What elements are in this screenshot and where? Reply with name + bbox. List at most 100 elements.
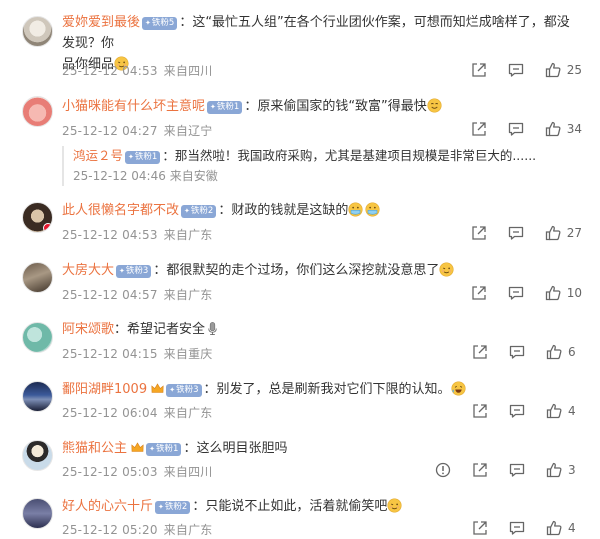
comment-meta: 25-12-12 05:03 来自四川 bbox=[62, 463, 218, 480]
share-icon[interactable] bbox=[471, 519, 489, 537]
avatar[interactable] bbox=[22, 202, 53, 233]
comment-actions: 34 bbox=[451, 120, 582, 138]
fan-badge-icon: ✦ bbox=[210, 103, 216, 111]
thumbs-up-icon[interactable] bbox=[545, 519, 563, 537]
thumbs-up-icon[interactable] bbox=[545, 461, 563, 479]
comment-icon[interactable] bbox=[507, 224, 525, 242]
share-icon[interactable] bbox=[470, 61, 488, 79]
reply-text: 鸿运２号 ✦铁粉1 ：那当然啦！我国政府采购，尤其是基建项目规模是非常巨大的....… bbox=[73, 146, 580, 166]
comment-actions: 6 bbox=[452, 343, 582, 361]
avatar[interactable] bbox=[22, 498, 53, 529]
share-icon[interactable] bbox=[470, 224, 488, 242]
comment-text: 熊猫和公主 ✦铁粉1 ：这么明目张胆吗 bbox=[62, 438, 580, 459]
wink-emoji-icon bbox=[439, 262, 454, 277]
comment-content: ：原来偷国家的钱“致富”得最快 bbox=[244, 99, 427, 114]
like-button[interactable]: 3 bbox=[545, 461, 582, 479]
crown-icon bbox=[131, 442, 144, 453]
fan-badge: ✦铁粉3 bbox=[166, 384, 202, 397]
share-icon[interactable] bbox=[471, 461, 489, 479]
comment-content: ：别发了，总是刷新我对它们下限的认知。 bbox=[203, 382, 451, 397]
comment-text: 此人很懒名字都不改 ✦铁粉2 ：财政的钱就是这缺的 bbox=[62, 200, 580, 221]
username[interactable]: 阿宋颂歌 bbox=[62, 322, 114, 337]
comment-icon[interactable] bbox=[507, 61, 525, 79]
comment-meta: 25-12-12 04:57 来自广东 bbox=[62, 286, 218, 303]
like-count: 10 bbox=[566, 286, 582, 300]
fan-badge: ✦铁粉2 bbox=[181, 205, 217, 218]
reply-content: ：那当然啦！我国政府采购，尤其是基建项目规模是非常巨大的...... bbox=[162, 148, 537, 163]
avatar[interactable] bbox=[22, 381, 53, 412]
report-icon[interactable] bbox=[434, 461, 452, 479]
username[interactable]: 好人的心六十斤 bbox=[62, 499, 153, 514]
avatar[interactable] bbox=[22, 96, 53, 127]
username[interactable]: 爱妳爱到最後 bbox=[62, 15, 140, 30]
thumbs-up-icon[interactable] bbox=[545, 402, 563, 420]
thumbs-up-icon[interactable] bbox=[544, 61, 562, 79]
username[interactable]: 小猫咪能有什么坏主意呢 bbox=[62, 99, 205, 114]
fan-badge: ✦铁粉1 bbox=[207, 101, 243, 114]
comment-meta: 25-12-12 04:15 来自重庆 bbox=[62, 345, 218, 362]
like-button[interactable]: 25 bbox=[544, 61, 582, 79]
like-count: 27 bbox=[566, 226, 582, 240]
fan-badge: ✦铁粉5 bbox=[142, 17, 178, 30]
location: 来自四川 bbox=[163, 64, 213, 78]
fan-badge-icon: ✦ bbox=[149, 445, 156, 453]
reply-username[interactable]: 鸿运２号 bbox=[73, 148, 123, 163]
thumbs-up-icon[interactable] bbox=[544, 284, 562, 302]
fan-badge-icon: ✦ bbox=[158, 503, 164, 511]
username[interactable]: 鄱阳湖畔1009 bbox=[62, 382, 147, 397]
comment-meta: 25-12-12 04:53 来自广东 bbox=[62, 226, 218, 243]
comment-content: ：这么明目张胆吗 bbox=[183, 441, 288, 456]
username[interactable]: 此人很懒名字都不改 bbox=[62, 203, 179, 218]
like-button[interactable]: 4 bbox=[545, 402, 582, 420]
reply-thread: 鸿运２号 ✦铁粉1 ：那当然啦！我国政府采购，尤其是基建项目规模是非常巨大的....… bbox=[62, 146, 580, 186]
mask-emoji-icon bbox=[365, 202, 380, 217]
like-count: 3 bbox=[568, 463, 576, 477]
fan-badge: ✦铁粉2 bbox=[155, 501, 191, 514]
comment-icon[interactable] bbox=[508, 519, 526, 537]
thumbs-up-icon[interactable] bbox=[544, 224, 562, 242]
share-icon[interactable] bbox=[471, 402, 489, 420]
timestamp: 25-12-12 04:15 bbox=[62, 347, 158, 361]
comment-icon[interactable] bbox=[508, 402, 526, 420]
comment-meta: 25-12-12 05:20 来自广东 bbox=[62, 521, 218, 538]
like-button[interactable]: 6 bbox=[545, 343, 582, 361]
comment-content: ：财政的钱就是这缺的 bbox=[218, 203, 349, 218]
like-button[interactable]: 27 bbox=[544, 224, 582, 242]
comment-icon[interactable] bbox=[508, 461, 526, 479]
thumbs-up-icon[interactable] bbox=[544, 120, 562, 138]
share-icon[interactable] bbox=[470, 120, 488, 138]
avatar[interactable] bbox=[22, 16, 53, 47]
username[interactable]: 大房大大 bbox=[62, 263, 114, 278]
timestamp: 25-12-12 06:04 bbox=[62, 406, 158, 420]
share-icon[interactable] bbox=[470, 284, 488, 302]
timestamp: 25-12-12 04:53 bbox=[62, 228, 158, 242]
timestamp: 25-12-12 04:46 bbox=[73, 169, 166, 183]
location: 来自广东 bbox=[163, 228, 213, 242]
fan-badge: ✦铁粉3 bbox=[116, 265, 152, 278]
share-icon[interactable] bbox=[471, 343, 489, 361]
fan-badge: ✦铁粉1 bbox=[146, 443, 182, 456]
comment-actions: 4 bbox=[452, 402, 582, 420]
thumbs-up-icon[interactable] bbox=[545, 343, 563, 361]
timestamp: 25-12-12 04:53 bbox=[62, 64, 158, 78]
like-count: 6 bbox=[568, 345, 576, 359]
comment-meta: 25-12-12 04:53 来自四川 bbox=[62, 62, 218, 79]
avatar[interactable] bbox=[22, 322, 53, 353]
fan-badge-icon: ✦ bbox=[184, 207, 190, 215]
comment-icon[interactable] bbox=[507, 120, 525, 138]
location: 来自辽宁 bbox=[163, 124, 213, 138]
fan-badge: ✦铁粉1 bbox=[125, 151, 161, 164]
comment-icon[interactable] bbox=[508, 343, 526, 361]
verified-badge bbox=[43, 223, 52, 232]
like-button[interactable]: 10 bbox=[544, 284, 582, 302]
like-button[interactable]: 4 bbox=[545, 519, 582, 537]
avatar[interactable] bbox=[22, 440, 53, 471]
comment-icon[interactable] bbox=[507, 284, 525, 302]
comment-actions: 4 bbox=[452, 519, 582, 537]
avatar[interactable] bbox=[22, 262, 53, 293]
like-button[interactable]: 34 bbox=[544, 120, 582, 138]
comment-text: 好人的心六十斤 ✦铁粉2 ：只能说不止如此，活着就偷笑吧 bbox=[62, 496, 580, 517]
fan-badge-icon: ✦ bbox=[128, 153, 134, 161]
username[interactable]: 熊猫和公主 bbox=[62, 441, 127, 456]
comment-actions: 27 bbox=[451, 224, 582, 242]
